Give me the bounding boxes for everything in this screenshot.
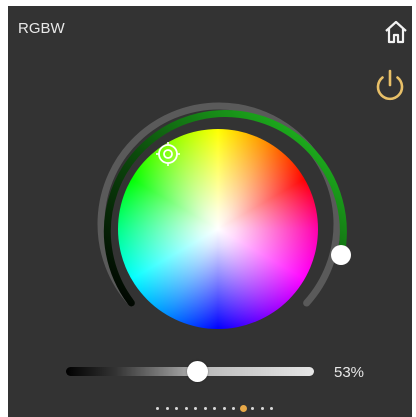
brightness-percent: 53% bbox=[334, 364, 365, 381]
page-dot[interactable] bbox=[270, 407, 273, 410]
page-dot[interactable] bbox=[203, 407, 207, 410]
power-icon[interactable] bbox=[370, 66, 410, 106]
page-dot[interactable] bbox=[232, 407, 235, 410]
page-dot[interactable] bbox=[156, 407, 159, 410]
color-wheel-control bbox=[92, 102, 352, 362]
rgbw-control-panel: RGBW 53% bbox=[8, 6, 412, 417]
panel-title: RGBW bbox=[18, 20, 65, 37]
page-indicator bbox=[156, 404, 296, 414]
home-icon[interactable] bbox=[382, 18, 410, 46]
arc-handle bbox=[331, 245, 351, 265]
page-dot[interactable] bbox=[194, 407, 197, 410]
page-dot[interactable] bbox=[260, 407, 264, 410]
white-level-slider[interactable] bbox=[66, 360, 326, 384]
page-dot[interactable] bbox=[251, 407, 254, 410]
page-dot[interactable] bbox=[165, 407, 169, 410]
slider-thumb[interactable] bbox=[187, 361, 208, 382]
color-wheel[interactable] bbox=[118, 129, 318, 329]
color-picker-handle[interactable] bbox=[156, 142, 180, 166]
page-dot[interactable] bbox=[213, 407, 216, 410]
page-dot[interactable] bbox=[184, 407, 188, 410]
page-dot-active[interactable] bbox=[239, 405, 247, 412]
page-dot[interactable] bbox=[175, 407, 178, 410]
page-dot[interactable] bbox=[222, 407, 226, 410]
